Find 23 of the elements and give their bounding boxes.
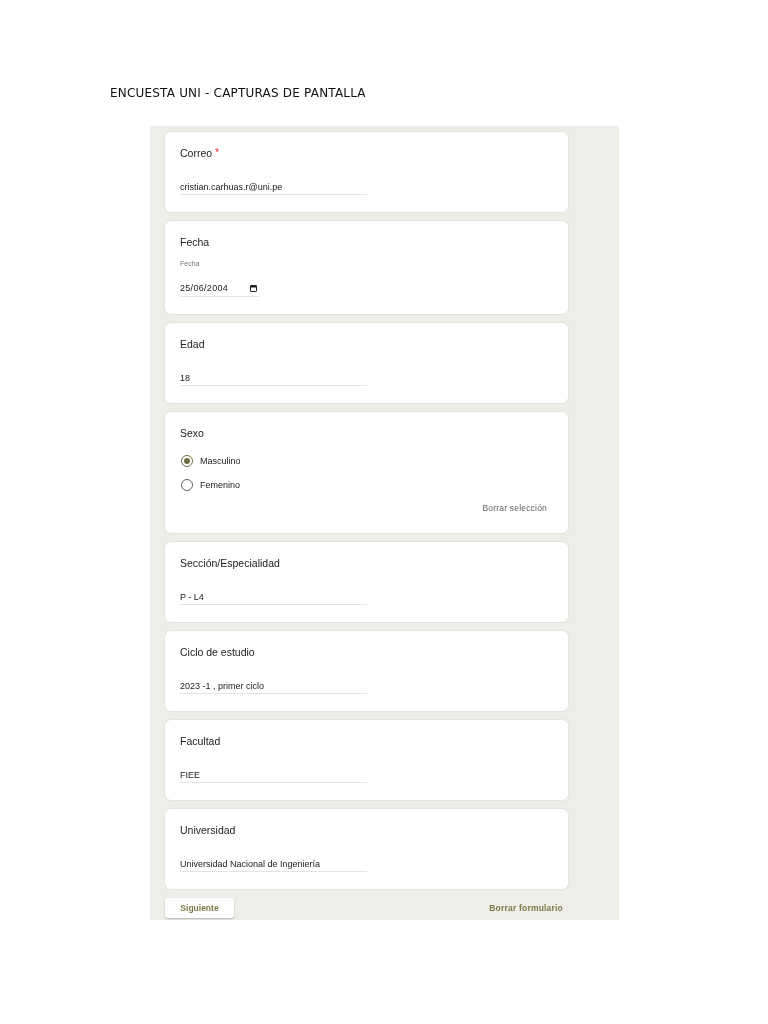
text-field[interactable]: cristian.carhuas.r@uni.pe [180, 179, 367, 195]
question-label: Sexo [180, 426, 204, 440]
next-button[interactable]: Siguiente [165, 898, 234, 918]
text-field[interactable]: Universidad Nacional de Ingeniería [180, 856, 367, 872]
question-label: Facultad [180, 734, 221, 748]
date-field[interactable]: 25/06/2004 [180, 281, 259, 297]
question-label: Sección/Especialidad [180, 556, 280, 570]
option-label[interactable]: Masculino [200, 454, 241, 468]
clear-selection-button[interactable]: Borrar selección [482, 500, 547, 516]
text-field[interactable]: 2023 -1 , primer ciclo [180, 678, 367, 694]
text-field[interactable]: 18 [180, 370, 367, 386]
text-field[interactable]: P - L4 [180, 589, 367, 605]
document-title: ENCUESTA UNI - CAPTURAS DE PANTALLA [110, 86, 366, 100]
question-label: Correo [180, 146, 213, 160]
clear-form-button[interactable]: Borrar formulario [489, 901, 563, 915]
calendar-icon[interactable] [250, 285, 257, 292]
required-asterisk: * [215, 146, 219, 160]
option-label[interactable]: Femenino [200, 478, 241, 492]
question-label: Fecha [180, 235, 210, 249]
question-label: Ciclo de estudio [180, 645, 255, 659]
question-label: Universidad [180, 823, 236, 837]
text-field[interactable]: FIEE [180, 767, 367, 783]
question-label: Edad [180, 337, 205, 351]
